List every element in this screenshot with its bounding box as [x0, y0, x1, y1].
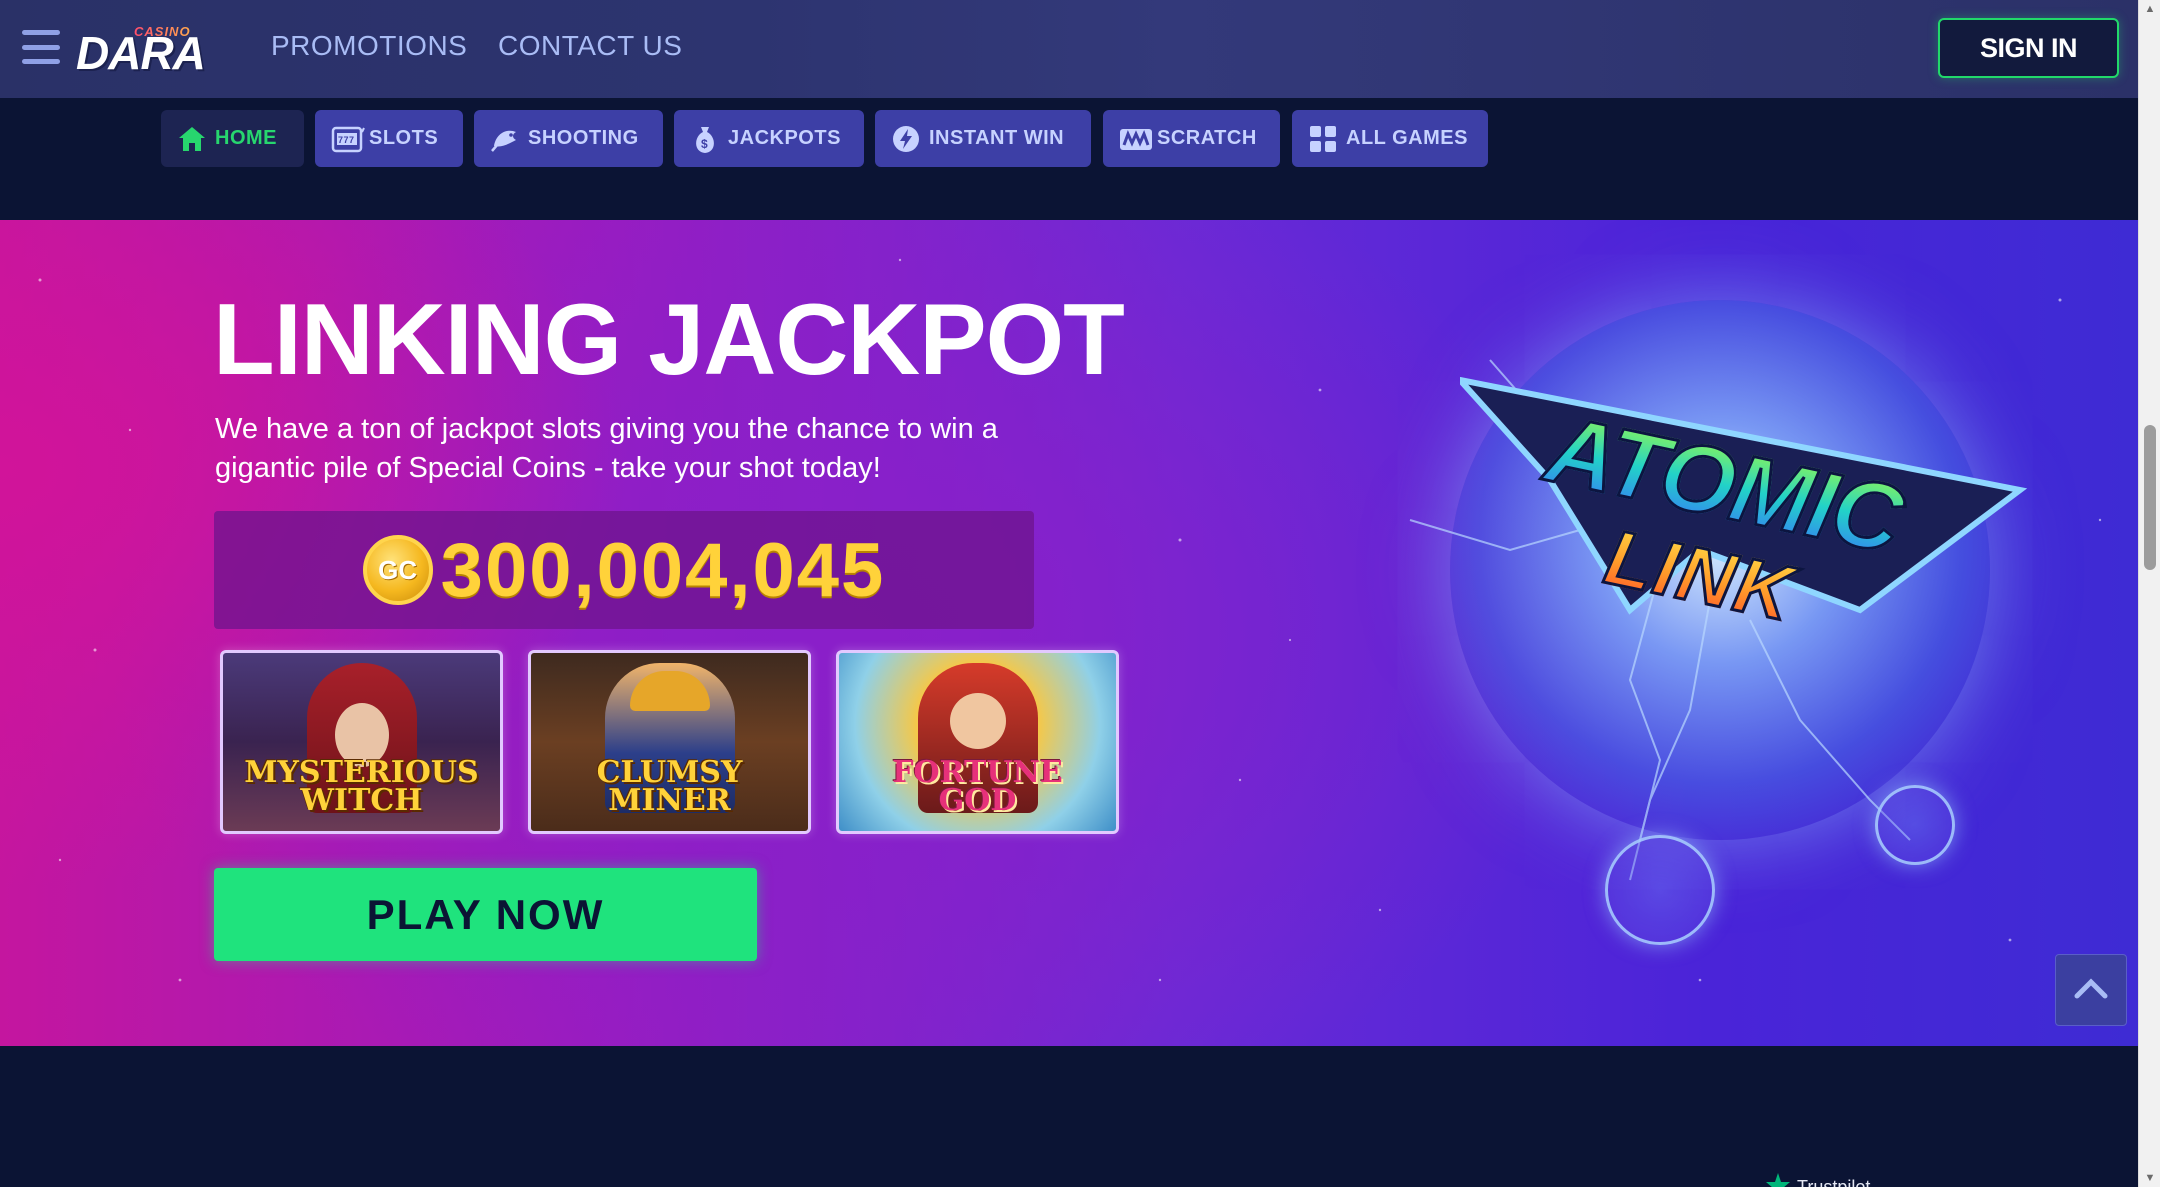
small-orb-illustration — [1605, 835, 1715, 945]
category-jackpots-label: JACKPOTS — [728, 127, 841, 149]
scrollbar-thumb[interactable] — [2144, 425, 2156, 570]
category-scratch[interactable]: SCRATCH — [1103, 110, 1280, 167]
category-home[interactable]: HOME — [161, 110, 304, 167]
hero-title: LINKING JACKPOT — [213, 284, 1125, 396]
game-title-line2: WITCH — [300, 783, 423, 818]
scroll-up-arrow-icon[interactable]: ▲ — [2139, 0, 2160, 18]
category-all-games-label: ALL GAMES — [1346, 127, 1468, 149]
star-icon — [1765, 1172, 1791, 1187]
scroll-down-arrow-icon[interactable]: ▼ — [2139, 1169, 2160, 1187]
category-nav: HOME 777 SLOTS SHOOTING $ JACKPOTS INSTA… — [0, 110, 2138, 168]
jackpot-amount: 300,004,045 — [440, 527, 886, 613]
trustpilot-widget[interactable]: Trustpilot — [1765, 1172, 1870, 1187]
category-home-label: HOME — [215, 127, 277, 149]
trustpilot-label: Trustpilot — [1797, 1177, 1871, 1187]
category-instant-win-label: INSTANT WIN — [929, 127, 1065, 149]
play-now-button[interactable]: PLAY NOW — [214, 868, 757, 961]
top-header: CASINO DARA PROMOTIONS CONTACT US SIGN I… — [0, 0, 2138, 98]
game-title: FORTUNE GOD — [839, 758, 1116, 818]
home-icon — [177, 124, 207, 154]
game-tile-fortune-god[interactable]: FORTUNE GOD — [836, 650, 1119, 834]
scratch-card-icon — [1119, 124, 1152, 154]
grid-icon — [1308, 124, 1338, 154]
category-slots-label: SLOTS — [369, 127, 439, 149]
category-all-games[interactable]: ALL GAMES — [1292, 110, 1488, 167]
category-shooting-label: SHOOTING — [528, 127, 639, 149]
menu-icon[interactable] — [22, 30, 60, 64]
category-jackpots[interactable]: $ JACKPOTS — [674, 110, 864, 167]
small-orb-illustration — [1875, 785, 1955, 865]
category-scratch-label: SCRATCH — [1157, 127, 1257, 149]
hero-description: We have a ton of jackpot slots giving yo… — [215, 413, 998, 484]
chevron-up-icon — [2074, 977, 2108, 1004]
svg-text:777: 777 — [338, 135, 355, 145]
gold-coin-label: GC — [378, 554, 418, 585]
category-shooting[interactable]: SHOOTING — [474, 110, 663, 167]
fish-icon — [490, 124, 520, 154]
lightning-icon — [891, 124, 921, 154]
nav-contact-link[interactable]: CONTACT US — [498, 30, 682, 62]
casino-dara-logo[interactable]: CASINO DARA — [76, 22, 210, 79]
page-scrollbar[interactable]: ▲ ▼ — [2138, 0, 2160, 1187]
game-tile-clumsy-miner[interactable]: CLUMSY MINER — [528, 650, 811, 834]
svg-text:$: $ — [701, 137, 708, 151]
sign-in-button[interactable]: SIGN IN — [1938, 18, 2119, 78]
game-title: MYSTERIOUS WITCH — [223, 758, 500, 818]
category-instant-win[interactable]: INSTANT WIN — [875, 110, 1091, 167]
atomic-link-logo: ATOMIC LINK — [1460, 360, 2030, 660]
game-tile-mysterious-witch[interactable]: MYSTERIOUS WITCH — [220, 650, 503, 834]
linking-jackpot-banner: LINKING JACKPOT We have a ton of jackpot… — [0, 220, 2138, 1046]
game-title: CLUMSY MINER — [531, 758, 808, 818]
money-bag-icon: $ — [690, 124, 720, 154]
logo-dara-text: DARA — [76, 27, 206, 79]
jackpot-counter: GC 300,004,045 — [214, 511, 1034, 629]
game-title-line2: MINER — [608, 783, 731, 818]
nav-promotions-link[interactable]: PROMOTIONS — [271, 30, 467, 62]
gold-coin-icon: GC — [362, 535, 433, 605]
game-title-line2: GOD — [938, 783, 1017, 818]
category-slots[interactable]: 777 SLOTS — [315, 110, 463, 167]
slot-machine-icon: 777 — [331, 124, 365, 154]
back-to-top-button[interactable] — [2055, 954, 2127, 1026]
